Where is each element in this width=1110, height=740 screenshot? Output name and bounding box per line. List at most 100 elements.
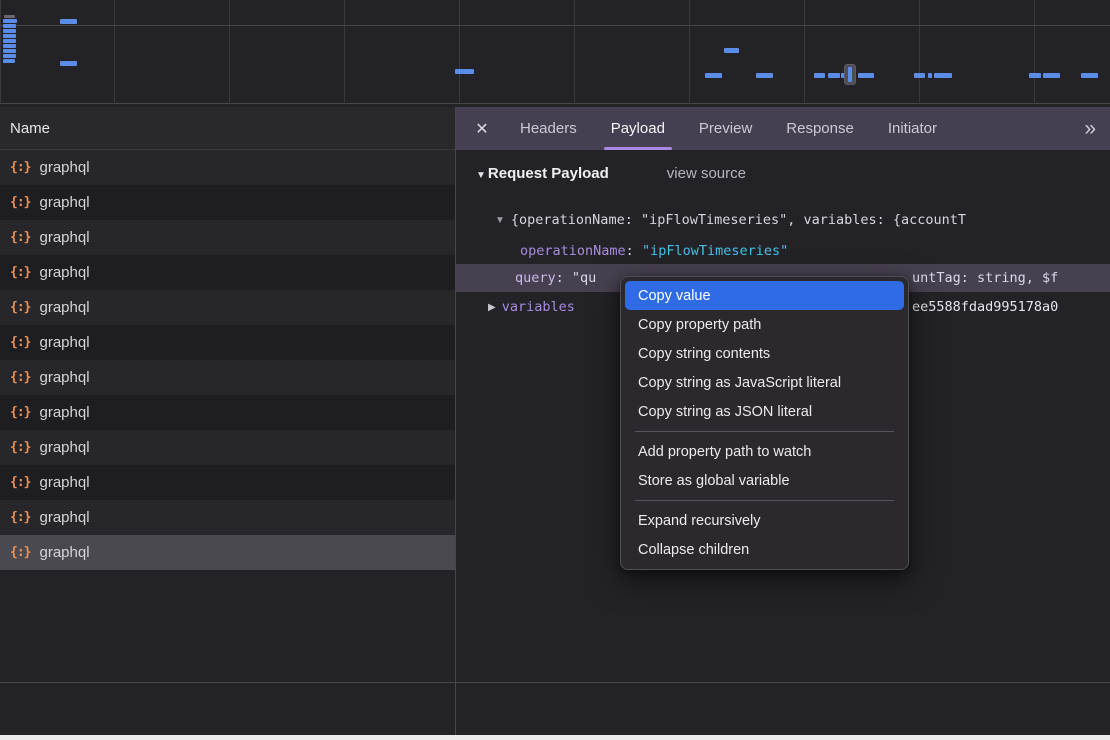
footer-divider xyxy=(0,682,1110,683)
request-timing-bar xyxy=(705,73,722,78)
json-brackets-icon: {:} xyxy=(10,510,30,525)
overview-gridline xyxy=(1,25,1110,26)
tree-row-operation-name[interactable]: operationName: "ipFlowTimeseries" xyxy=(456,238,1110,264)
close-icon[interactable]: ✕ xyxy=(473,119,491,139)
request-timing-bar xyxy=(60,61,77,66)
tab-payload[interactable]: Payload xyxy=(594,107,682,150)
menu-item-store-as-global-variable[interactable]: Store as global variable xyxy=(621,466,908,495)
menu-divider xyxy=(635,431,894,432)
expand-triangle-icon[interactable]: ▼ xyxy=(495,215,505,226)
details-tab-bar: ✕ HeadersPayloadPreviewResponseInitiator… xyxy=(456,107,1110,150)
section-title: Request Payload xyxy=(488,165,609,182)
tabs-container: HeadersPayloadPreviewResponseInitiator xyxy=(503,107,954,150)
collapse-triangle-icon: ▼ xyxy=(476,170,486,181)
request-timing-bar xyxy=(858,73,874,78)
request-name-label: graphql xyxy=(39,299,89,316)
tab-headers[interactable]: Headers xyxy=(503,107,594,150)
tab-preview[interactable]: Preview xyxy=(682,107,769,150)
request-timing-bar xyxy=(1081,73,1098,78)
request-row-graphql[interactable]: {:} graphql xyxy=(0,185,455,220)
menu-item-copy-property-path[interactable]: Copy property path xyxy=(621,310,908,339)
property-value-right: ee5588fdad995178a0 xyxy=(912,299,1058,315)
request-name-label: graphql xyxy=(39,264,89,281)
menu-item-copy-value[interactable]: Copy value xyxy=(625,281,904,310)
request-timing-bar xyxy=(914,73,925,78)
request-row-graphql[interactable]: {:} graphql xyxy=(0,220,455,255)
json-brackets-icon: {:} xyxy=(10,405,30,420)
request-timing-bar xyxy=(3,39,16,43)
context-menu: Copy valueCopy property pathCopy string … xyxy=(620,276,909,570)
request-row-graphql[interactable]: {:} graphql xyxy=(0,150,455,185)
request-name-label: graphql xyxy=(39,159,89,176)
page-bottom-strip xyxy=(0,735,1110,740)
column-header-name-label: Name xyxy=(10,120,50,137)
json-brackets-icon: {:} xyxy=(10,440,30,455)
json-brackets-icon: {:} xyxy=(10,370,30,385)
request-timing-bar xyxy=(928,73,932,78)
devtools-network-panel: Name {:} graphql {:} graphql {:} graphql {:} gr… xyxy=(0,0,1110,740)
property-value-left: "qu xyxy=(572,270,596,286)
expand-triangle-icon[interactable]: ▶ xyxy=(488,302,496,313)
json-brackets-icon: {:} xyxy=(10,230,30,245)
menu-item-copy-string-as-javascript-literal[interactable]: Copy string as JavaScript literal xyxy=(621,368,908,397)
request-row-graphql[interactable]: {:}graphql xyxy=(0,325,455,360)
request-name-label: graphql xyxy=(39,509,89,526)
json-brackets-icon: {:} xyxy=(10,195,30,210)
request-name-label: graphql xyxy=(39,229,89,246)
overview-gridline xyxy=(344,0,345,104)
request-timing-bar xyxy=(1043,73,1060,78)
menu-item-copy-string-contents[interactable]: Copy string contents xyxy=(621,339,908,368)
overview-gridline xyxy=(229,0,230,104)
more-tabs-icon[interactable]: » xyxy=(1084,118,1096,139)
overview-gridline xyxy=(804,0,805,104)
request-payload-section-header[interactable]: ▼ Request Payload view source xyxy=(476,165,746,182)
request-timing-bar xyxy=(814,73,825,78)
property-key: variables xyxy=(502,299,575,315)
tab-response[interactable]: Response xyxy=(769,107,871,150)
request-timing-bar xyxy=(455,69,474,74)
json-brackets-icon: {:} xyxy=(10,545,30,560)
overview-gridline xyxy=(459,0,460,104)
menu-item-copy-string-as-json-literal[interactable]: Copy string as JSON literal xyxy=(621,397,908,426)
request-row-graphql[interactable]: {:} graphql xyxy=(0,535,455,570)
menu-item-collapse-children[interactable]: Collapse children xyxy=(621,535,908,564)
overview-gridline xyxy=(919,0,920,104)
column-header-name[interactable]: Name xyxy=(0,107,456,150)
request-timing-bar xyxy=(724,48,739,53)
request-name-label: graphql xyxy=(39,474,89,491)
request-timing-bar xyxy=(828,73,840,78)
request-name-label: graphql xyxy=(39,334,89,351)
menu-divider xyxy=(635,500,894,501)
property-value-right: untTag: string, $f xyxy=(912,270,1058,286)
view-source-link[interactable]: view source xyxy=(667,165,746,182)
overview-gridline xyxy=(114,0,115,104)
request-row-graphql[interactable]: {:}graphql xyxy=(0,465,455,500)
request-timing-bar xyxy=(3,24,16,28)
network-overview-timeline[interactable] xyxy=(0,0,1110,104)
json-brackets-icon: {:} xyxy=(10,160,30,175)
request-timing-bar xyxy=(3,34,16,38)
request-timing-bar xyxy=(934,73,952,78)
request-name-label: graphql xyxy=(39,544,89,561)
tab-initiator[interactable]: Initiator xyxy=(871,107,954,150)
request-timing-bar xyxy=(3,59,15,63)
request-name-label: graphql xyxy=(39,194,89,211)
menu-item-add-property-path-to-watch[interactable]: Add property path to watch xyxy=(621,437,908,466)
menu-item-expand-recursively[interactable]: Expand recursively xyxy=(621,506,908,535)
request-name-label: graphql xyxy=(39,439,89,456)
request-name-label: graphql xyxy=(39,404,89,421)
request-row-graphql[interactable]: {:} graphql xyxy=(0,255,455,290)
request-row-graphql[interactable]: {:} graphql xyxy=(0,430,455,465)
request-row-graphql[interactable]: {:}graphql xyxy=(0,360,455,395)
overview-gridline xyxy=(689,0,690,104)
request-timing-bar xyxy=(3,19,17,23)
tree-row-root[interactable]: ▼ {operationName: "ipFlowTimeseries", va… xyxy=(456,207,1110,233)
request-timing-bar xyxy=(3,29,16,33)
request-row-graphql[interactable]: {:} graphql xyxy=(0,290,455,325)
json-brackets-icon: {:} xyxy=(10,265,30,280)
json-brackets-icon: {:} xyxy=(10,300,30,315)
request-timing-bar xyxy=(1029,73,1041,78)
request-row-graphql[interactable]: {:} graphql xyxy=(0,500,455,535)
request-timing-bar xyxy=(4,15,15,18)
request-row-graphql[interactable]: {:} graphql xyxy=(0,395,455,430)
